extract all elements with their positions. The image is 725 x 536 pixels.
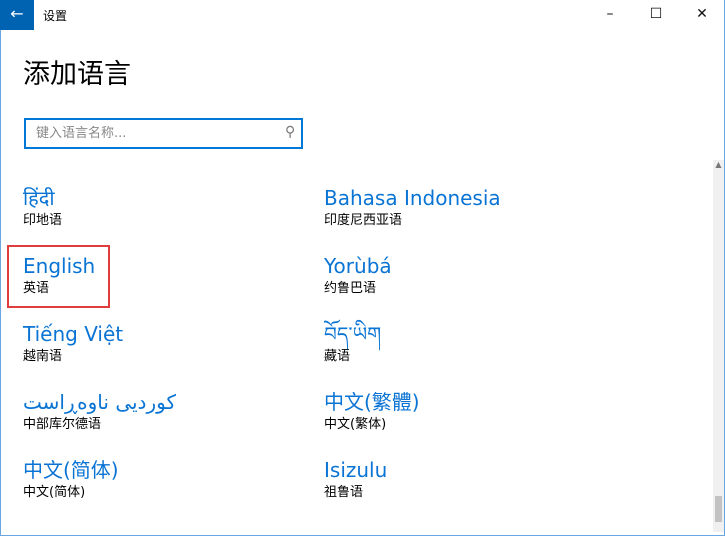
close-button[interactable]: ✕ xyxy=(679,0,725,30)
language-local-name: 藏语 xyxy=(324,349,351,364)
language-item[interactable]: Yorùbá 约鲁巴语 xyxy=(324,253,604,298)
language-item[interactable]: Tiếng Việt 越南语 xyxy=(23,321,303,366)
scrollbar-thumb[interactable] xyxy=(715,496,722,522)
language-native-name: Isizulu xyxy=(324,458,388,482)
arrow-left-icon: ← xyxy=(10,4,24,23)
page-title: 添加语言 xyxy=(23,59,131,90)
language-local-name: 中文(繁体) xyxy=(324,417,387,432)
language-native-name: Tiếng Việt xyxy=(23,322,124,346)
language-native-name: Bahasa Indonesia xyxy=(324,186,501,210)
language-item[interactable]: English 英语 xyxy=(23,253,303,298)
language-native-name: བོད་ཡིག xyxy=(324,322,382,346)
language-item[interactable]: کوردیی ناوەڕاست 中部库尔德语 xyxy=(23,389,303,434)
language-local-name: 约鲁巴语 xyxy=(324,281,377,296)
language-native-name: English xyxy=(23,254,96,278)
language-local-name: 祖鲁语 xyxy=(324,485,364,500)
language-local-name: 中文(简体) xyxy=(23,485,86,500)
language-local-name: 印地语 xyxy=(23,213,63,228)
search-input[interactable] xyxy=(34,125,278,142)
language-native-name: 中文(简体) xyxy=(23,458,119,482)
language-item[interactable]: 中文(繁體) 中文(繁体) xyxy=(324,389,604,434)
search-icon[interactable]: ⚲ xyxy=(285,124,295,140)
back-button[interactable]: ← xyxy=(0,0,34,30)
minimize-button[interactable]: – xyxy=(587,0,633,30)
language-native-name: हिंदी xyxy=(23,186,55,210)
language-item[interactable]: Isizulu 祖鲁语 xyxy=(324,457,604,502)
window-title: 设置 xyxy=(43,9,68,23)
language-native-name: 中文(繁體) xyxy=(324,390,420,414)
search-box[interactable]: ⚲ xyxy=(24,118,303,149)
maximize-button[interactable]: ☐ xyxy=(633,0,679,30)
language-item[interactable]: 中文(简体) 中文(简体) xyxy=(23,457,303,502)
language-local-name: 中部库尔德语 xyxy=(23,417,102,432)
scrollbar[interactable]: ▲ xyxy=(713,160,724,532)
language-native-name: Yorùbá xyxy=(324,254,392,278)
language-item[interactable]: Bahasa Indonesia 印度尼西亚语 xyxy=(324,185,604,230)
language-list: हिंदी 印地语 Bahasa Indonesia 印度尼西亚语 English 英语 Y… xyxy=(0,160,712,532)
scroll-up-icon[interactable]: ▲ xyxy=(713,160,724,172)
language-local-name: 英语 xyxy=(23,281,50,296)
language-item[interactable]: हिंदी 印地语 xyxy=(23,185,303,230)
language-native-name: کوردیی ناوەڕاست xyxy=(23,390,176,414)
language-local-name: 越南语 xyxy=(23,349,63,364)
language-local-name: 印度尼西亚语 xyxy=(324,213,403,228)
language-item[interactable]: བོད་ཡིག 藏语 xyxy=(324,321,604,366)
title-bar: ← 设置 – ☐ ✕ xyxy=(0,0,725,30)
